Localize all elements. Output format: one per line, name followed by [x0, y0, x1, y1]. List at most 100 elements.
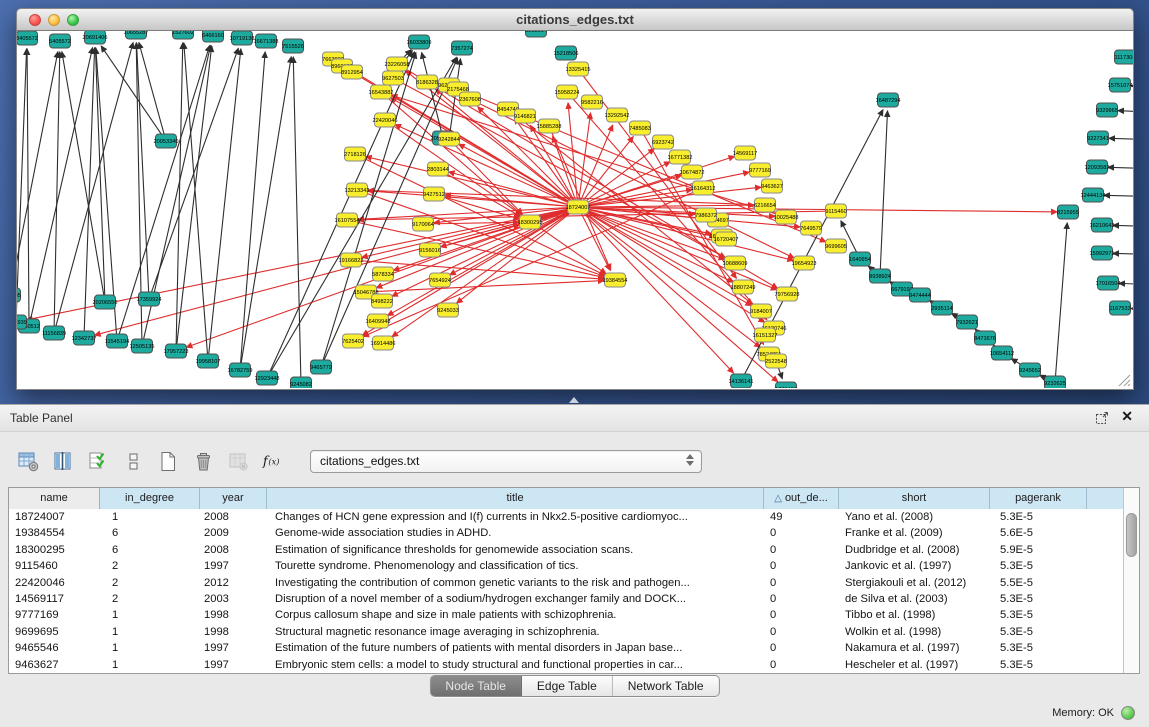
- svg-text:7932621: 7932621: [956, 320, 978, 326]
- table-cell: 0: [764, 542, 839, 558]
- svg-text:22420046: 22420046: [373, 118, 398, 124]
- table-cell: 2: [100, 591, 200, 607]
- row-pair-icon[interactable]: [121, 449, 145, 473]
- svg-text:13325415: 13325415: [566, 67, 591, 73]
- delete-trash-icon[interactable]: [191, 449, 215, 473]
- svg-text:2803144: 2803144: [427, 167, 449, 173]
- table-cell: Estimation of significance thresholds fo…: [267, 542, 764, 558]
- table-cell: 6: [100, 542, 200, 558]
- table-scrollbar[interactable]: [1123, 488, 1139, 673]
- svg-text:5878334: 5878334: [372, 272, 394, 278]
- close-panel-icon[interactable]: ✕: [1121, 408, 1133, 425]
- svg-text:7485083: 7485083: [629, 126, 651, 132]
- table-row[interactable]: 969969511998Structural magnetic resonanc…: [9, 624, 1124, 640]
- table-cell: 9777169: [9, 607, 100, 623]
- select-all-columns-icon[interactable]: [86, 449, 110, 473]
- zoom-button[interactable]: [67, 14, 79, 26]
- memory-status[interactable]: Memory: OK: [1052, 706, 1135, 720]
- svg-text:9427512: 9427512: [423, 192, 445, 198]
- table-cell: 18724007: [9, 509, 100, 525]
- table-cell: Wolkin et al. (1998): [839, 624, 990, 640]
- svg-text:1640954: 1640954: [849, 257, 871, 263]
- minimize-button[interactable]: [48, 14, 60, 26]
- table-cell: 22420046: [9, 575, 100, 591]
- new-table-icon[interactable]: [156, 449, 180, 473]
- column-header-short[interactable]: short: [839, 488, 990, 509]
- svg-text:1733426: 1733426: [775, 387, 797, 388]
- table-cell: 1: [100, 509, 200, 525]
- table-row[interactable]: 946362711997Embryonic stem cells: a mode…: [9, 657, 1124, 673]
- column-header-name[interactable]: name: [9, 488, 100, 509]
- svg-text:2718126: 2718126: [344, 152, 366, 158]
- float-panel-icon[interactable]: [1095, 411, 1109, 425]
- table-cell: Investigating the contribution of common…: [267, 575, 764, 591]
- table-row[interactable]: 1830029562008Estimation of significance …: [9, 542, 1124, 558]
- table-cell: 1997: [200, 657, 267, 673]
- svg-text:16487294: 16487294: [876, 98, 901, 104]
- svg-text:10674872: 10674872: [680, 170, 705, 176]
- svg-text:1167533: 1167533: [1109, 306, 1130, 312]
- svg-text:16543882: 16543882: [369, 90, 394, 96]
- table-cell: 1: [100, 624, 200, 640]
- svg-text:1527602: 1527602: [172, 31, 194, 36]
- tab-node-table[interactable]: Node Table: [430, 676, 522, 696]
- column-header-out-de-[interactable]: △out_de...: [764, 488, 839, 509]
- table-cell: 5.3E-5: [990, 591, 1087, 607]
- table-selector-value: citations_edges.txt: [320, 454, 419, 468]
- table-settings-icon[interactable]: [16, 449, 40, 473]
- table-cell: 0: [764, 657, 839, 673]
- table-cell: Franke et al. (2009): [839, 525, 990, 541]
- table-cell: 19384554: [9, 525, 100, 541]
- memory-label: Memory: OK: [1052, 707, 1114, 719]
- svg-text:19166822: 19166822: [339, 258, 364, 264]
- tab-edge-table[interactable]: Edge Table: [522, 676, 613, 696]
- column-header-title[interactable]: title: [267, 488, 764, 509]
- close-button[interactable]: [29, 14, 41, 26]
- table-row[interactable]: 1938455462009Genome-wide association stu…: [9, 525, 1124, 541]
- table-cell: 18300295: [9, 542, 100, 558]
- scrollbar-thumb[interactable]: [1126, 513, 1137, 557]
- svg-text:16771382: 16771382: [668, 155, 693, 161]
- table-row[interactable]: 911546021997Tourette syndrome. Phenomeno…: [9, 558, 1124, 574]
- svg-text:9245033: 9245033: [437, 308, 459, 314]
- table-row[interactable]: 1456911722003Disruption of a novel membe…: [9, 591, 1124, 607]
- split-pane-handle[interactable]: [569, 397, 579, 403]
- table-row[interactable]: 1872400712008Changes of HCN gene express…: [9, 509, 1124, 525]
- table-row[interactable]: 2242004622012Investigating the contribut…: [9, 575, 1124, 591]
- network-canvas[interactable]: 8405572540557220691406106552871527602646…: [17, 31, 1133, 388]
- network-view[interactable]: 8405572540557220691406106552871527602646…: [16, 31, 1134, 390]
- table-selector-dropdown[interactable]: citations_edges.txt: [310, 450, 702, 473]
- window-resize-grip[interactable]: [1117, 373, 1131, 387]
- network-window[interactable]: citations_edges.txt 84055725405572206914…: [16, 8, 1134, 390]
- function-builder-icon[interactable]: f (x): [261, 449, 285, 473]
- table-cell: 2: [100, 558, 200, 574]
- table-panel-title: Table Panel: [10, 411, 73, 425]
- svg-text:9156016: 9156016: [419, 248, 441, 254]
- table-row[interactable]: 977716911998Corpus callosum shape and si…: [9, 607, 1124, 623]
- svg-text:6466160: 6466160: [202, 33, 224, 39]
- table-panel: Table Panel ✕: [0, 404, 1149, 727]
- svg-text:14136141: 14136141: [729, 379, 754, 385]
- show-columns-icon[interactable]: [51, 449, 75, 473]
- table-cell: 2012: [200, 575, 267, 591]
- table-cell: Jankovic et al. (1997): [839, 558, 990, 574]
- table-body: 1872400712008Changes of HCN gene express…: [9, 509, 1124, 673]
- column-header-pagerank[interactable]: pagerank: [990, 488, 1087, 509]
- table-cell: 49: [764, 509, 839, 525]
- network-window-titlebar[interactable]: citations_edges.txt: [16, 8, 1134, 31]
- svg-text:2522548: 2522548: [765, 359, 787, 365]
- tab-network-table[interactable]: Network Table: [613, 676, 719, 696]
- svg-text:9463627: 9463627: [761, 184, 783, 190]
- column-header-year[interactable]: year: [200, 488, 267, 509]
- column-header-in-degree[interactable]: in_degree: [100, 488, 200, 509]
- table-cell: 2003: [200, 591, 267, 607]
- window-title: citations_edges.txt: [17, 9, 1133, 30]
- table-panel-header: Table Panel ✕: [0, 405, 1149, 432]
- svg-text:17016504: 17016504: [1096, 281, 1121, 287]
- svg-text:16782759: 16782759: [228, 368, 253, 374]
- table-row[interactable]: 946554611997Estimation of the future num…: [9, 640, 1124, 656]
- svg-text:19654923: 19654923: [792, 261, 817, 267]
- svg-text:16720407: 16720407: [714, 237, 739, 243]
- svg-text:20206556: 20206556: [93, 300, 118, 306]
- svg-text:8912954: 8912954: [341, 70, 363, 76]
